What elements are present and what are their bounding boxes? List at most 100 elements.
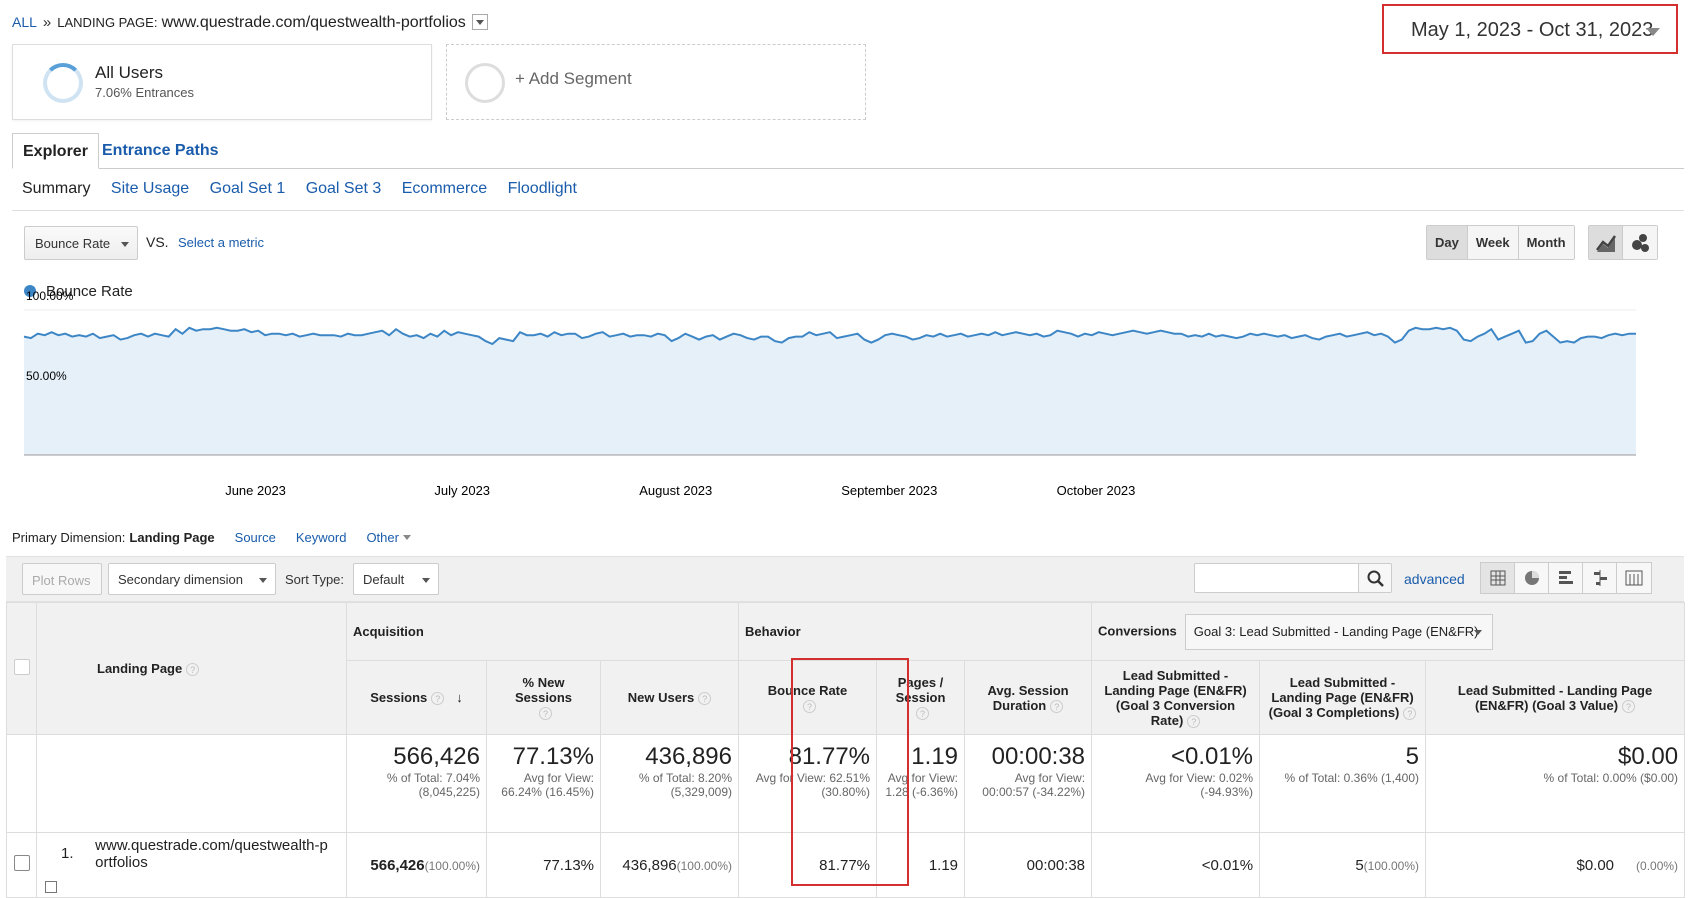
help-icon[interactable]: ? [1187, 714, 1201, 728]
total-value: 566,426 [393, 743, 480, 770]
row-sessions-pct: (100.00%) [424, 858, 480, 873]
total-avg-duration: 00:00:38 Avg for View: 00:00:57 (-34.22%) [964, 734, 1093, 833]
secondary-dimension-select[interactable]: Secondary dimension [108, 563, 276, 595]
y-tick-label: 100.00% [26, 289, 74, 303]
tab-explorer[interactable]: Explorer [12, 133, 99, 169]
row-checkbox[interactable] [13, 855, 30, 871]
line-chart-button[interactable] [1589, 226, 1623, 259]
help-icon[interactable]: ? [1403, 707, 1417, 720]
subtab-goal-set-1[interactable]: Goal Set 1 [210, 180, 286, 197]
row-completions: 5(100.00%) [1259, 832, 1427, 898]
col-sessions[interactable]: Sessions? ↓ [346, 660, 487, 735]
help-icon[interactable]: ? [431, 692, 445, 705]
total-subtext: % of Total: 7.04% (8,045,225) [386, 771, 480, 799]
search-button[interactable] [1358, 563, 1392, 593]
row-page-link[interactable]: www.questrade.com/questwealth-portfolios [95, 837, 335, 871]
granularity-day-button[interactable]: Day [1427, 226, 1468, 259]
divider [12, 210, 1684, 211]
table-toolbar: Plot Rows Secondary dimension Sort Type:… [6, 556, 1684, 602]
secondary-dimension-label: Secondary dimension [118, 572, 244, 587]
sort-type-value: Default [363, 572, 405, 587]
date-range-text: May 1, 2023 - Oct 31, 2023 [1411, 19, 1654, 41]
row-new-users-value: 436,896 [622, 856, 677, 874]
table-group-header: Landing Page? Acquisition Behavior Conve… [6, 602, 1686, 735]
row-landing-page: 1. www.questrade.com/questwealth-portfol… [36, 832, 347, 898]
segment-all-users[interactable]: All Users 7.06% Entrances [12, 44, 432, 120]
chevron-down-icon [259, 578, 267, 583]
sort-desc-icon: ↓ [456, 690, 463, 705]
help-icon[interactable]: ? [1622, 699, 1636, 713]
select-all-checkbox[interactable] [13, 659, 30, 675]
primary-dimension-current: Landing Page [129, 530, 215, 545]
sort-type-select[interactable]: Default [353, 563, 439, 595]
subtab-floodlight[interactable]: Floodlight [508, 180, 577, 197]
row-new-users: 436,896(100.00%) [599, 832, 740, 898]
plot-rows-button[interactable]: Plot Rows [22, 563, 102, 595]
group-conversions-label: Conversions [1098, 622, 1177, 638]
pivot-view-button[interactable] [1617, 563, 1651, 593]
tab-entrance-paths[interactable]: Entrance Paths [92, 133, 228, 169]
y-tick-label: 50.00% [26, 369, 67, 383]
col-avg-duration[interactable]: Avg. Session Duration? [964, 660, 1093, 735]
col-completions[interactable]: Lead Submitted - Landing Page (EN&FR) (G… [1259, 660, 1427, 735]
goal-select-value: Goal 3: Lead Submitted - Landing Page (E… [1193, 623, 1479, 639]
total-new-users: 436,896% of Total: 8.20% (5,329,009) [599, 734, 740, 833]
col-new-users-label: New Users [627, 690, 695, 705]
bounce-rate-highlight [791, 658, 909, 886]
dimension-option-keyword[interactable]: Keyword [296, 530, 347, 545]
help-icon[interactable]: ? [186, 663, 200, 676]
dimension-option-source[interactable]: Source [235, 530, 276, 545]
dimension-option-other[interactable]: Other [366, 530, 411, 545]
vs-label: VS. [146, 234, 169, 250]
col-conv-rate[interactable]: Lead Submitted - Landing Page (EN&FR) (G… [1091, 660, 1261, 735]
add-segment-button[interactable]: + Add Segment [446, 44, 866, 120]
total-value: <0.01% [1170, 743, 1254, 770]
table-search-input[interactable] [1194, 563, 1360, 593]
breadcrumb-all-link[interactable]: ALL [12, 14, 37, 30]
granularity-month-button[interactable]: Month [1518, 226, 1574, 259]
select-metric-link[interactable]: Select a metric [178, 235, 264, 250]
subtab-summary[interactable]: Summary [22, 180, 90, 197]
row-select-cell [6, 832, 37, 898]
subtab-goal-set-3[interactable]: Goal Set 3 [306, 180, 382, 197]
date-range-picker[interactable]: May 1, 2023 - Oct 31, 2023 [1382, 4, 1678, 54]
totals-empty-cell [36, 734, 347, 833]
subtab-site-usage[interactable]: Site Usage [111, 180, 189, 197]
help-icon[interactable]: ? [539, 707, 552, 720]
row-index: 1. [61, 845, 74, 862]
chevron-down-icon [402, 535, 411, 540]
chart-type-toggle [1588, 225, 1658, 260]
pivot-icon [1625, 570, 1643, 586]
bar-list-icon [1559, 571, 1573, 584]
total-value: $0.00% of Total: 0.00% ($0.00) [1425, 734, 1686, 833]
report-tabs: Explorer Entrance Paths [12, 133, 1684, 169]
goal-select[interactable]: Goal 3: Lead Submitted - Landing Page (E… [1184, 613, 1493, 650]
external-link-icon[interactable] [45, 881, 57, 893]
pie-view-button[interactable] [1515, 563, 1549, 593]
row-value-pct: (0.00%) [1636, 858, 1679, 873]
help-icon[interactable]: ? [916, 707, 930, 720]
col-conv-rate-label: Lead Submitted - Landing Page (EN&FR) (G… [1104, 667, 1247, 728]
performance-view-button[interactable] [1549, 563, 1583, 593]
advanced-filter-link[interactable]: advanced [1404, 571, 1465, 587]
breadcrumb-separator: » [42, 14, 52, 31]
breadcrumb-dropdown-icon[interactable] [471, 14, 488, 31]
help-icon[interactable]: ? [698, 692, 712, 705]
row-completions-pct: (100.00%) [1363, 858, 1420, 873]
col-value[interactable]: Lead Submitted - Landing Page (EN&FR) (G… [1425, 660, 1686, 735]
sort-type-label: Sort Type: [285, 572, 345, 587]
metric-select[interactable]: Bounce Rate [24, 226, 138, 260]
pie-icon [1525, 571, 1539, 585]
subtab-ecommerce[interactable]: Ecommerce [402, 180, 487, 197]
total-subtext: % of Total: 8.20% (5,329,009) [638, 771, 733, 799]
col-new-users[interactable]: New Users? [599, 660, 740, 735]
col-new-sessions[interactable]: % New Sessions? [486, 660, 601, 735]
col-sessions-label: Sessions [370, 690, 428, 705]
motion-chart-button[interactable] [1623, 226, 1657, 259]
data-table-view-button[interactable] [1481, 563, 1515, 593]
total-value: $0.00 [1618, 743, 1679, 770]
granularity-week-button[interactable]: Week [1467, 226, 1519, 259]
comparison-view-button[interactable] [1583, 563, 1617, 593]
help-icon[interactable]: ? [1050, 699, 1064, 713]
col-landing-page[interactable]: Landing Page? [36, 602, 347, 735]
